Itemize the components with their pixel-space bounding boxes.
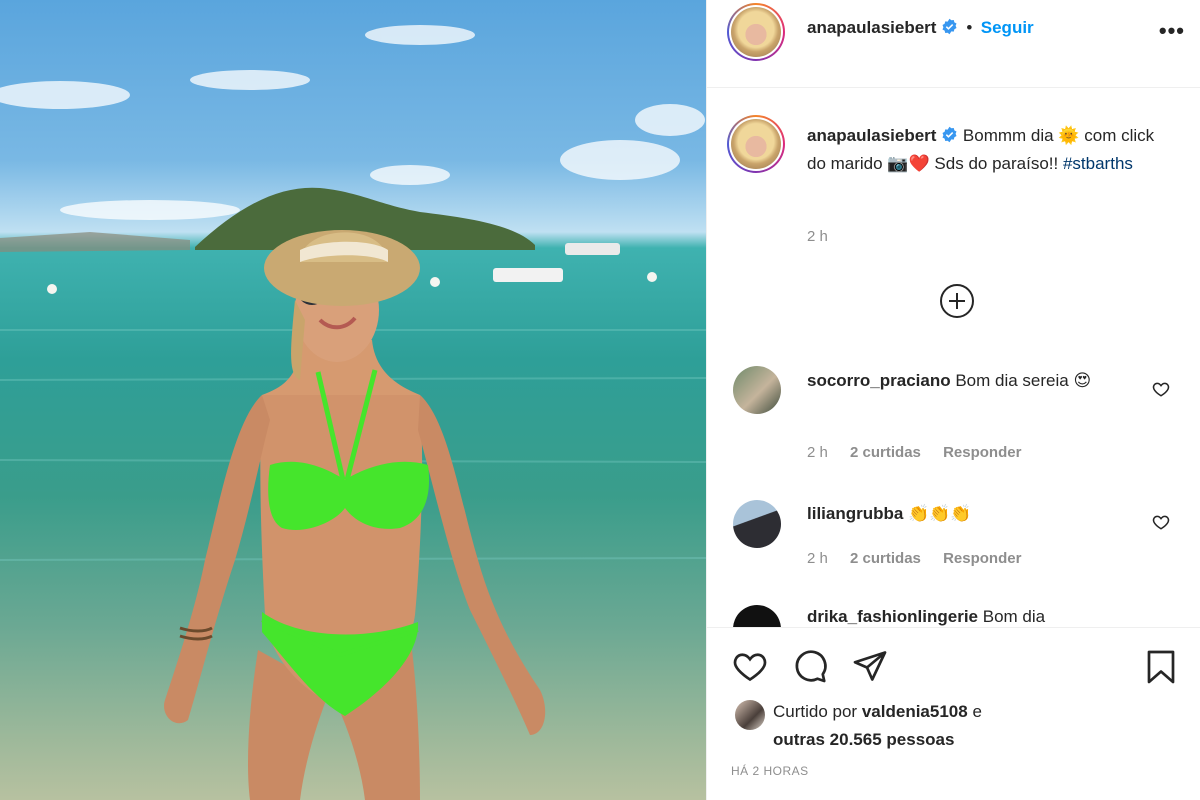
header-user-row: anapaulasiebert • Seguir (807, 18, 1034, 38)
author-username[interactable]: anapaulasiebert (807, 18, 936, 37)
hashtag-link[interactable]: #stbarths (1063, 154, 1133, 173)
comment-text: Bom dia sereia (955, 371, 1069, 390)
comment: liliangrubba 👏👏👏 (807, 500, 1137, 528)
more-options-button[interactable]: ••• (1159, 18, 1185, 44)
commenter-avatar[interactable] (733, 500, 781, 548)
clouds (0, 25, 705, 220)
like-heart-icon[interactable] (731, 648, 769, 684)
liker-username[interactable]: valdenia5108 (862, 702, 968, 721)
boat (493, 268, 563, 282)
verified-badge-icon (942, 18, 957, 35)
caption-username[interactable]: anapaulasiebert (807, 126, 936, 145)
comment-like-heart-icon[interactable] (1152, 380, 1170, 398)
post-caption: anapaulasiebert Bommm dia 🌞 com click do… (807, 122, 1167, 178)
caption-text-3: Sds do paraíso!! (934, 154, 1059, 173)
comment-clipped: drika_fashionlingerie Bom dia (707, 600, 1200, 627)
comment-username[interactable]: liliangrubba (807, 504, 903, 523)
post-photo[interactable] (0, 0, 706, 800)
load-more-comments-icon[interactable] (940, 284, 974, 318)
comment-emoji: 👏👏👏 (908, 504, 972, 523)
commenter-avatar[interactable] (733, 366, 781, 414)
follow-button[interactable]: Seguir (981, 18, 1034, 37)
camera-emoji: 📷 (887, 154, 909, 173)
post-actions: Curtido por valdenia5108 e outras 20.565… (707, 627, 1200, 800)
comment-time[interactable]: 2 h (807, 444, 828, 461)
heart-emoji: ❤️ (908, 154, 930, 173)
share-send-icon[interactable] (851, 648, 889, 684)
comment-like-heart-icon[interactable] (1152, 513, 1170, 531)
post-timestamp[interactable]: HÁ 2 HORAS (731, 764, 809, 778)
comment-username[interactable]: drika_fashionlingerie (807, 607, 978, 626)
likes-others[interactable]: outras 20.565 pessoas (773, 730, 954, 749)
liker-avatar[interactable] (735, 700, 765, 730)
caption-text-1: Bommm dia (962, 126, 1054, 145)
author-avatar[interactable] (727, 3, 785, 61)
post-details-panel: anapaulasiebert • Seguir ••• anapaulasie… (706, 0, 1200, 800)
comment-time[interactable]: 2 h (807, 550, 828, 567)
likes-summary[interactable]: Curtido por valdenia5108 e outras 20.565… (773, 698, 982, 754)
bookmark-save-icon[interactable] (1143, 648, 1179, 686)
comment-username[interactable]: socorro_praciano (807, 371, 951, 390)
comment-text: Bom dia (982, 607, 1046, 626)
comment-likes[interactable]: 2 curtidas (850, 444, 921, 461)
likes-prefix: Curtido por (773, 702, 858, 721)
distant-shore (0, 232, 190, 252)
caption-time[interactable]: 2 h (807, 228, 828, 245)
woman-figure (164, 230, 546, 800)
beach-photo-illustration (0, 25, 706, 800)
comment: drika_fashionlingerie Bom dia (807, 603, 1137, 627)
commenter-avatar[interactable] (733, 605, 781, 627)
reply-button[interactable]: Responder (943, 444, 1021, 461)
likes-conj: e (972, 702, 982, 721)
comment-likes[interactable]: 2 curtidas (850, 550, 921, 567)
verified-badge-icon (942, 126, 957, 143)
comment-bubble-icon[interactable] (791, 648, 829, 684)
reply-button[interactable]: Responder (943, 550, 1021, 567)
caption-avatar[interactable] (727, 115, 785, 173)
comment: socorro_praciano Bom dia sereia 😍 (807, 367, 1137, 395)
comment-emoji: 😍 (1073, 371, 1092, 390)
separator-dot: • (966, 18, 973, 37)
sun-emoji: 🌞 (1058, 126, 1080, 145)
boat-far (565, 243, 620, 255)
comment-meta: 2 h 2 curtidas Responder (807, 444, 1039, 461)
comment-meta: 2 h 2 curtidas Responder (807, 550, 1039, 567)
post-header: anapaulasiebert • Seguir ••• (707, 0, 1200, 88)
